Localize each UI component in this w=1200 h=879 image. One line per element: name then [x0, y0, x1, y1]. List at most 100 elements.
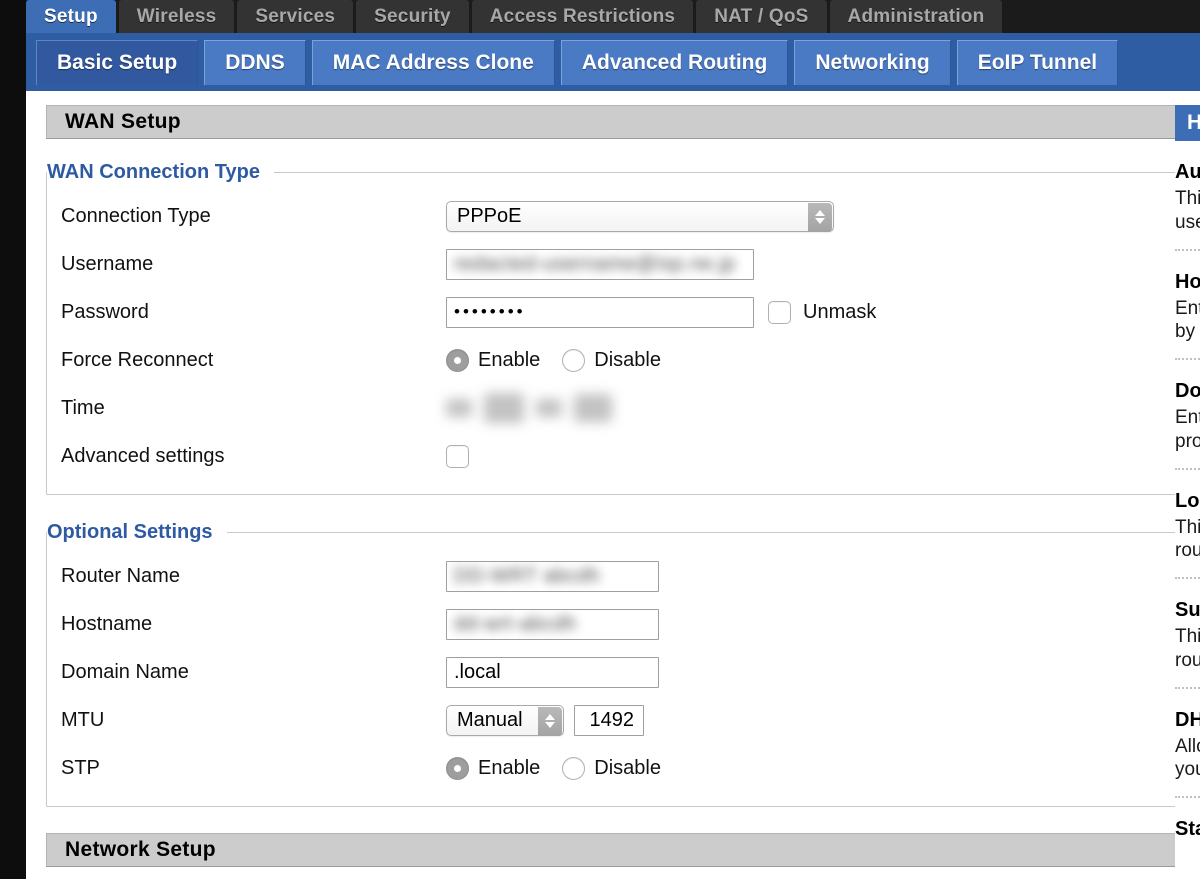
tab-setup[interactable]: Setup [26, 0, 116, 33]
password-label: Password [61, 300, 149, 323]
help-item: Host Name Enter the host name provided b… [1175, 271, 1200, 345]
wan-setup-title: WAN Setup [65, 110, 181, 133]
wan-connection-type-group: WAN Connection Type Connection Type PPPo… [46, 161, 1181, 495]
connection-type-value: PPPoE [457, 204, 522, 227]
advanced-settings-checkbox[interactable] [446, 444, 469, 468]
help-item-title: Domain Name [1175, 380, 1200, 402]
chevron-updown-icon [538, 706, 562, 736]
help-item-title: Subnet Mask [1175, 599, 1200, 621]
tab-wireless-label: Wireless [136, 5, 217, 27]
mtu-mode-select[interactable]: Manual [446, 704, 564, 736]
subtab-ddns[interactable]: DDNS [204, 39, 306, 85]
force-reconnect-enable[interactable]: Enable [446, 348, 541, 372]
router-name-label: Router Name [61, 564, 180, 587]
hostname-label: Hostname [61, 612, 153, 635]
help-item-body: Allows the router to manage your IP addr… [1175, 735, 1200, 781]
tab-services-label: Services [255, 5, 336, 27]
dd-wrt-admin-page: Setup Wireless Services Security Access … [0, 0, 1200, 879]
divider [1175, 577, 1200, 579]
help-item-body: This is the subnet mask of the router. [1175, 626, 1200, 671]
password-value: •••••••• [454, 302, 526, 321]
radio-unselected-icon[interactable] [562, 756, 586, 780]
help-item-title: Automatic Configuration - DHCP [1175, 161, 1200, 183]
help-item: Domain Name Enter the domain name provid… [1175, 380, 1200, 454]
divider [1175, 467, 1200, 470]
subtab-mac-address-clone-label: MAC Address Clone [332, 50, 534, 74]
force-reconnect-radio-group: Enable Disable [446, 348, 661, 372]
help-item: Automatic Configuration - DHCP This sett… [1175, 161, 1200, 235]
tab-nat-qos-label: NAT / QoS [714, 5, 809, 27]
radio-unselected-icon[interactable] [562, 348, 586, 372]
time-selectors[interactable] [446, 393, 612, 423]
subtab-advanced-routing[interactable]: Advanced Routing [560, 39, 789, 85]
subtab-mac-address-clone[interactable]: MAC Address Clone [311, 39, 555, 85]
primary-tab-bar: Setup Wireless Services Security Access … [26, 0, 1200, 33]
help-item-title: Host Name [1175, 270, 1200, 293]
username-label: Username [61, 252, 154, 275]
time-label: Time [61, 396, 105, 419]
row-force-reconnect: Force Reconnect Enable Disable [47, 336, 1180, 384]
tab-administration-label: Administration [847, 5, 985, 27]
subtab-eoip-tunnel[interactable]: EoIP Tunnel [956, 39, 1119, 85]
password-input[interactable]: •••••••• [446, 296, 754, 328]
tab-services[interactable]: Services [237, 0, 354, 33]
radio-selected-icon[interactable] [446, 348, 469, 372]
help-item: Local IP Address This is the address of … [1175, 490, 1200, 564]
stp-enable[interactable]: Enable [446, 756, 541, 780]
connection-type-select[interactable]: PPPoE [446, 200, 834, 232]
help-item-title: Local IP Address [1175, 489, 1200, 512]
tab-security-label: Security [374, 5, 451, 27]
row-domain-name: Domain Name .local [47, 648, 1180, 696]
row-hostname: Hostname dd-wrt-abcdh [47, 600, 1180, 648]
unmask-label: Unmask [803, 300, 877, 323]
domain-name-input[interactable]: .local [446, 656, 659, 688]
username-input[interactable]: redacted-username@isp.ne.jp [446, 248, 754, 280]
mtu-label: MTU [61, 708, 105, 731]
left-gutter [0, 0, 26, 879]
stp-disable[interactable]: Disable [562, 756, 661, 780]
force-reconnect-label: Force Reconnect [61, 348, 214, 371]
radio-selected-icon[interactable] [446, 756, 469, 780]
row-password: Password •••••••• Unmask [47, 288, 1180, 336]
subtab-advanced-routing-label: Advanced Routing [581, 50, 768, 74]
unmask-checkbox-wrapper[interactable]: Unmask [768, 300, 877, 324]
force-reconnect-disable[interactable]: Disable [562, 348, 661, 372]
row-advanced-settings: Advanced settings [47, 432, 1180, 480]
divider [1175, 358, 1200, 360]
wan-connection-type-legend: WAN Connection Type [47, 161, 260, 183]
stp-enable-label: Enable [478, 756, 541, 779]
mtu-value-input[interactable]: 1492 [574, 704, 644, 736]
chevron-updown-icon [808, 202, 832, 232]
tab-security[interactable]: Security [356, 0, 469, 33]
divider [1175, 686, 1200, 689]
advanced-settings-label: Advanced settings [61, 444, 225, 467]
divider [1175, 248, 1200, 251]
optional-settings-legend: Optional Settings [47, 521, 213, 543]
mtu-value: 1492 [589, 708, 635, 731]
tab-administration[interactable]: Administration [829, 0, 1003, 33]
subtab-basic-setup[interactable]: Basic Setup [36, 39, 199, 85]
domain-name-label: Domain Name [61, 660, 189, 683]
connection-type-label: Connection Type [61, 204, 211, 227]
router-name-input[interactable]: DD-WRT abcdh [446, 560, 659, 592]
hostname-input[interactable]: dd-wrt-abcdh [446, 608, 659, 640]
subtab-networking[interactable]: Networking [794, 39, 951, 85]
unmask-checkbox[interactable] [768, 300, 791, 324]
mtu-mode-value: Manual [457, 708, 523, 731]
help-item: Subnet Mask This is the subnet mask of t… [1175, 599, 1200, 673]
tab-wireless[interactable]: Wireless [118, 0, 235, 33]
help-item-body: This setting is most commonly used by ca… [1175, 188, 1200, 233]
help-item: DHCP Server Allows the router to manage … [1175, 709, 1200, 783]
stp-label: STP [61, 756, 100, 779]
tab-access-restrictions[interactable]: Access Restrictions [471, 0, 694, 33]
subtab-networking-label: Networking [815, 50, 930, 74]
force-reconnect-enable-label: Enable [478, 348, 541, 371]
page-body: WAN Setup WAN Connection Type Connection… [26, 91, 1200, 879]
help-item-body: Enter the host name provided by your ISP… [1175, 297, 1200, 343]
row-time: Time [47, 384, 1180, 432]
help-item-body: Enter the domain name provided by your I… [1175, 407, 1200, 452]
optional-settings-group: Optional Settings Router Name DD-WRT abc… [46, 521, 1181, 807]
subtab-ddns-label: DDNS [225, 50, 285, 74]
stp-disable-label: Disable [594, 756, 661, 779]
tab-nat-qos[interactable]: NAT / QoS [696, 0, 827, 33]
